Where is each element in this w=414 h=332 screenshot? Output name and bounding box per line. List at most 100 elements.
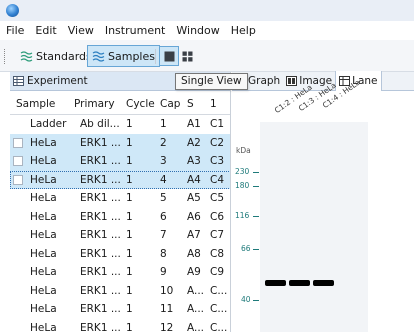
cell-cap: 1 xyxy=(160,118,167,131)
col-header-1[interactable]: 1 xyxy=(207,98,230,110)
cell-sample: HeLa xyxy=(30,192,57,205)
marker-label-66: 66 xyxy=(241,244,251,253)
cell-s: A8 xyxy=(187,247,201,260)
cell-cycle: 1 xyxy=(126,136,133,149)
table-row[interactable]: HeLa ERK1 ... 1 2 A2 C2 xyxy=(10,133,230,152)
menu-view[interactable]: View xyxy=(68,24,94,37)
lane-view[interactable]: C1:2 : HeLa C1:3 : HeLa C1:4 : HeLa kDa … xyxy=(232,78,414,332)
lane-1-band xyxy=(265,280,286,286)
cell-sample: HeLa xyxy=(30,321,57,332)
cell-cap: 6 xyxy=(160,210,167,223)
table-row[interactable]: HeLa ERK1 ... 1 4 A4 C4 xyxy=(10,170,230,189)
samples-label: Samples xyxy=(108,49,155,63)
col-header-cycle[interactable]: Cycle xyxy=(122,98,157,110)
standards-icon xyxy=(20,50,33,62)
cell-s: A... xyxy=(187,321,205,332)
marker-tick-40 xyxy=(253,300,259,301)
col-header-s[interactable]: S xyxy=(184,98,207,110)
cell-1: C... xyxy=(210,321,228,332)
cell-s: A9 xyxy=(187,266,201,279)
table-row[interactable]: HeLa ERK1 ... 1 7 A7 C7 xyxy=(10,226,230,245)
cell-cap: 2 xyxy=(160,136,167,149)
cell-1: C4 xyxy=(210,173,225,186)
cell-cycle: 1 xyxy=(126,192,133,205)
cell-cycle: 1 xyxy=(126,266,133,279)
single-view-icon xyxy=(164,51,174,61)
cell-primary: ERK1 ... xyxy=(80,247,121,260)
table-row[interactable]: Ladder Ab dil... 1 1 A1 C1 xyxy=(10,115,230,134)
cell-primary: ERK1 ... xyxy=(80,192,121,205)
samples-button[interactable]: Samples xyxy=(87,45,160,67)
table-icon xyxy=(13,76,24,86)
table-row[interactable]: HeLa ERK1 ... 1 8 A8 C8 xyxy=(10,245,230,264)
marker-label-230: 230 xyxy=(235,167,250,176)
marker-tick-116 xyxy=(253,216,259,217)
cell-cycle: 1 xyxy=(126,284,133,297)
menu-bar: File Edit View Instrument Window Help xyxy=(0,21,414,40)
table-body: Ladder Ab dil... 1 1 A1 C1 HeLa ERK1 ... 1 2 A2 C2 H… xyxy=(10,115,230,332)
cell-sample: HeLa xyxy=(30,303,57,316)
lane-3-band xyxy=(313,280,334,286)
cell-cap: 10 xyxy=(160,284,174,297)
cell-1: C9 xyxy=(210,266,225,279)
cell-primary: ERK1 ... xyxy=(80,136,121,149)
cell-sample: Ladder xyxy=(30,118,67,131)
cell-s: A4 xyxy=(187,173,201,186)
row-checkbox[interactable] xyxy=(13,137,23,148)
cell-cycle: 1 xyxy=(126,229,133,242)
toolbar-separator xyxy=(155,49,156,64)
menu-help[interactable]: Help xyxy=(231,24,256,37)
cell-sample: HeLa xyxy=(30,210,57,223)
cell-1: C... xyxy=(210,303,228,316)
lane-panel: Graph Image Lane C1:2 : HeLa C1:3 : HeLa… xyxy=(232,71,414,332)
cell-primary: ERK1 ... xyxy=(80,303,121,316)
row-checkbox-cell xyxy=(10,174,26,185)
row-checkbox[interactable] xyxy=(13,156,23,167)
table-row[interactable]: HeLa ERK1 ... 1 6 A6 C6 xyxy=(10,208,230,227)
marker-tick-180 xyxy=(253,186,259,187)
table-row[interactable]: HeLa ERK1 ... 1 10 A... C... xyxy=(10,282,230,301)
table-row[interactable]: HeLa ERK1 ... 1 5 A5 C5 xyxy=(10,189,230,208)
standards-label: Standards xyxy=(36,49,92,63)
lane-background xyxy=(260,122,368,332)
multi-view-icon xyxy=(182,51,192,61)
cell-primary: ERK1 ... xyxy=(80,284,121,297)
cell-1: C3 xyxy=(210,155,225,168)
toolbar: Standards Samples xyxy=(0,40,414,72)
col-header-sample[interactable]: Sample xyxy=(10,98,70,110)
cell-1: C... xyxy=(210,284,228,297)
cell-primary: ERK1 ... xyxy=(80,155,121,168)
row-checkbox[interactable] xyxy=(13,174,23,185)
cell-1: C8 xyxy=(210,247,225,260)
single-view-button[interactable] xyxy=(159,46,179,66)
table-row[interactable]: HeLa ERK1 ... 1 9 A9 C9 xyxy=(10,263,230,282)
cell-s: A1 xyxy=(187,118,201,131)
cell-s: A7 xyxy=(187,229,201,242)
cell-sample: HeLa xyxy=(30,247,57,260)
cell-sample: HeLa xyxy=(30,284,57,297)
menu-edit[interactable]: Edit xyxy=(35,24,56,37)
menu-window[interactable]: Window xyxy=(176,24,219,37)
row-checkbox-cell xyxy=(10,137,26,148)
standards-button[interactable]: Standards xyxy=(15,45,97,67)
experiment-table: Sample Primary Cycle Cap S 1 Ladder Ab di… xyxy=(10,93,230,332)
marker-label-116: 116 xyxy=(235,211,250,220)
cell-primary: ERK1 ... xyxy=(80,321,121,332)
marker-tick-66 xyxy=(253,249,259,250)
table-row[interactable]: HeLa ERK1 ... 1 3 A3 C3 xyxy=(10,152,230,171)
cell-cap: 5 xyxy=(160,192,167,205)
menu-file[interactable]: File xyxy=(6,24,24,37)
table-row[interactable]: HeLa ERK1 ... 1 12 A... C... xyxy=(10,319,230,332)
col-header-cap[interactable]: Cap xyxy=(157,98,184,110)
cell-cycle: 1 xyxy=(126,303,133,316)
multi-view-button[interactable] xyxy=(177,46,197,66)
col-header-primary[interactable]: Primary xyxy=(70,98,122,110)
cell-cap: 8 xyxy=(160,247,167,260)
menu-instrument[interactable]: Instrument xyxy=(105,24,166,37)
cell-sample: HeLa xyxy=(30,155,57,168)
cell-primary: ERK1 ... xyxy=(80,266,121,279)
cell-cap: 3 xyxy=(160,155,167,168)
cell-cycle: 1 xyxy=(126,321,133,332)
toolbar-grip[interactable] xyxy=(4,49,6,64)
table-row[interactable]: HeLa ERK1 ... 1 11 A... C... xyxy=(10,300,230,319)
